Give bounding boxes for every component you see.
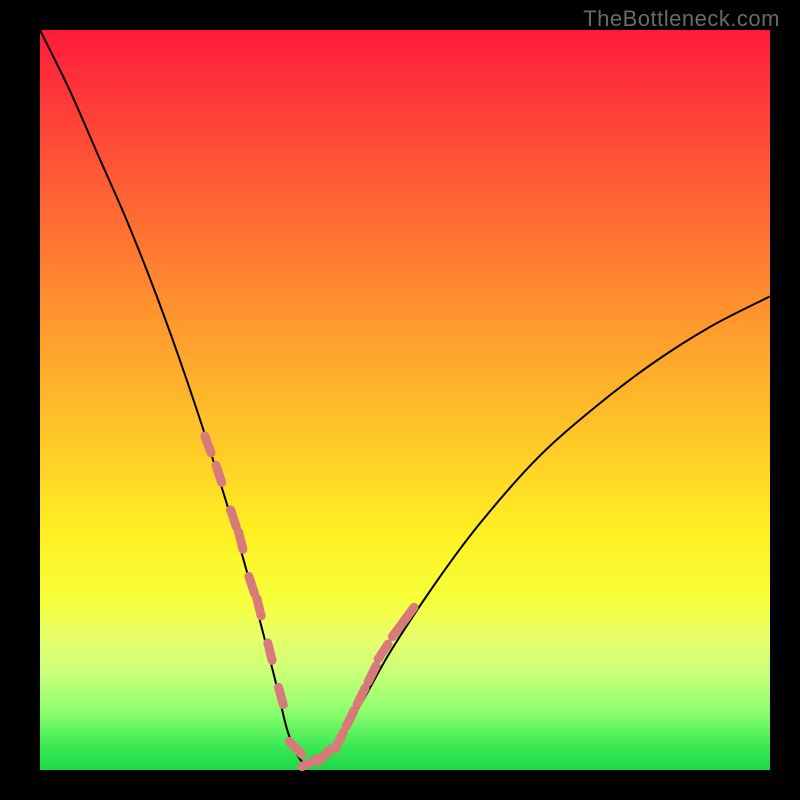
marker-segment (335, 732, 343, 748)
marker-segment (289, 741, 302, 754)
marker-segment (231, 510, 237, 527)
marker-segment (268, 643, 272, 660)
marker-segment (357, 688, 365, 704)
marker-segment (346, 710, 354, 726)
marker-segment (249, 576, 255, 593)
curve-path (40, 30, 770, 765)
bottleneck-curve (40, 30, 770, 765)
marker-segment (205, 436, 211, 453)
marker-segment (216, 465, 222, 482)
marker-segment (403, 607, 414, 621)
marker-segment (278, 687, 283, 704)
marker-segment (318, 749, 331, 762)
marker-segment (239, 532, 243, 549)
marker-segment (257, 598, 261, 615)
plot-area (40, 30, 770, 770)
chart-svg (40, 30, 770, 770)
watermark-text: TheBottleneck.com (583, 6, 780, 32)
highlighted-points (205, 436, 414, 767)
chart-frame: TheBottleneck.com (0, 0, 800, 800)
